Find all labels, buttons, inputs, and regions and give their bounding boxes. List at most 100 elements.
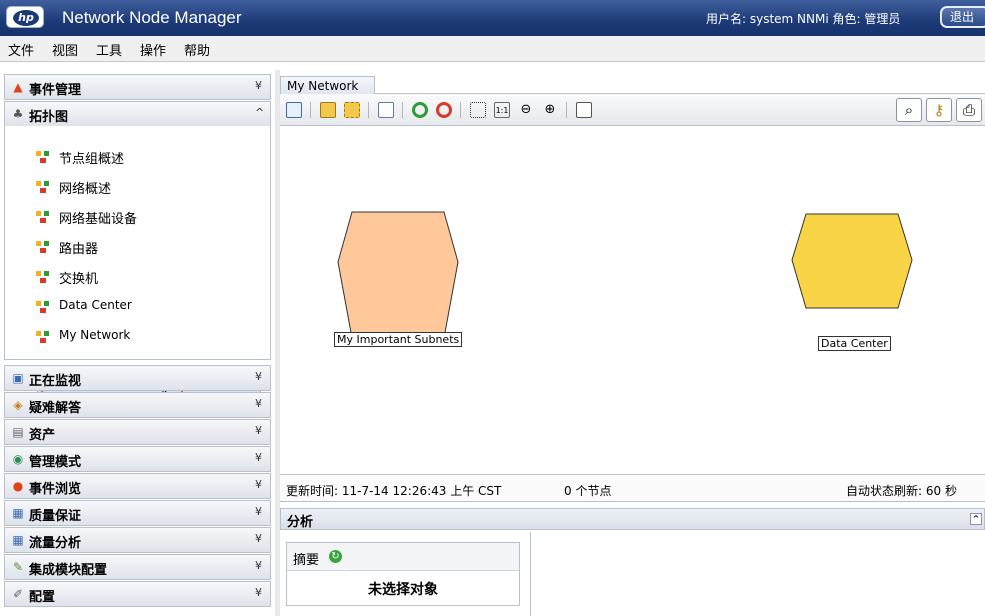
auto-refresh-status: 自动状态刷新: 60 秒 — [846, 484, 957, 498]
toolbar-separator — [566, 102, 567, 118]
chevron-down-icon[interactable]: ¥ — [255, 424, 262, 437]
toolbar-separator — [460, 102, 461, 118]
tab-my-network[interactable]: My Network — [280, 76, 376, 94]
chevron-down-icon[interactable]: ¥ — [255, 397, 262, 410]
map-drawing — [337, 211, 913, 339]
refresh-icon[interactable] — [412, 102, 428, 118]
section-management-mode[interactable]: ◉ 管理模式 ¥ — [4, 446, 271, 472]
summary-label: 摘要 — [293, 553, 320, 568]
collapse-icon[interactable]: ^ — [970, 513, 982, 525]
menu-file[interactable]: 文件 — [8, 40, 34, 59]
menu-bar: 文件 视图 工具 操作 帮助 — [0, 36, 985, 62]
topology-map-list: 节点组概述 网络概述 网络基础设备 路由器 交换机 Data Center My… — [4, 126, 271, 411]
logout-button[interactable]: 退出 — [940, 6, 985, 28]
chevron-down-icon[interactable]: ¥ — [255, 586, 262, 599]
topology-map-canvas[interactable]: My Important Subnets Data Center — [280, 126, 985, 474]
node-my-important-subnets-shape[interactable] — [337, 211, 459, 339]
node-label-my-important-subnets[interactable]: My Important Subnets — [334, 332, 463, 347]
logo-text: hp — [13, 10, 39, 26]
menu-view[interactable]: 视图 — [52, 40, 78, 59]
incident-browse-icon: ● — [12, 479, 24, 493]
toolbar-separator — [368, 102, 369, 118]
last-update-time: 更新时间: 11-7-14 12:26:43 上午 CST — [286, 484, 502, 498]
map-icon — [36, 301, 49, 313]
menu-help[interactable]: 帮助 — [184, 40, 210, 59]
summary-panel: 摘要 ↻ 未选择对象 — [286, 542, 520, 606]
section-inventory[interactable]: ▤ 资产 ¥ — [4, 419, 271, 445]
section-monitoring[interactable]: ▣ 正在监视 ¥ — [4, 365, 271, 391]
inventory-icon: ▤ — [12, 425, 24, 439]
actual-size-icon[interactable]: 1:1 — [494, 102, 510, 118]
overview-icon[interactable] — [576, 102, 592, 118]
section-incident-management[interactable]: ▲ 事件管理 ¥ — [4, 74, 271, 100]
summary-header: 摘要 ↻ — [287, 543, 519, 571]
zoom-in-icon[interactable]: ⊕ — [542, 102, 558, 118]
open-icon[interactable] — [286, 102, 302, 118]
section-troubleshooting[interactable]: ◈ 疑难解答 ¥ — [4, 392, 271, 418]
section-label: 拓扑图 — [29, 110, 69, 125]
map-icon — [36, 151, 49, 163]
chevron-up-icon[interactable]: ^ — [255, 106, 264, 119]
list-item-label: 路由器 — [59, 242, 99, 257]
chevron-down-icon[interactable]: ¥ — [255, 370, 262, 383]
chevron-down-icon[interactable]: ¥ — [255, 532, 262, 545]
save-icon[interactable] — [320, 102, 336, 118]
section-label: 集成模块配置 — [29, 563, 108, 578]
section-integration-config[interactable]: ✎ 集成模块配置 ¥ — [4, 554, 271, 580]
map-icon — [36, 241, 49, 253]
section-label: 质量保证 — [29, 509, 82, 524]
traffic-icon: ▦ — [12, 533, 24, 547]
section-configuration[interactable]: ✐ 配置 ¥ — [4, 581, 271, 607]
key-icon[interactable]: ⚷ — [926, 98, 952, 122]
section-label: 管理模式 — [29, 455, 82, 470]
quality-icon: ▦ — [12, 506, 24, 520]
section-traffic-analysis[interactable]: ▦ 流量分析 ¥ — [4, 527, 271, 553]
section-label: 事件浏览 — [29, 482, 82, 497]
section-label: 正在监视 — [29, 374, 82, 389]
refresh-icon[interactable]: ↻ — [329, 550, 342, 563]
section-label: 疑难解答 — [29, 401, 82, 416]
management-mode-icon: ◉ — [12, 452, 24, 466]
section-label: 事件管理 — [29, 83, 82, 98]
hp-logo: hp — [6, 6, 44, 28]
copy-icon[interactable] — [378, 102, 394, 118]
section-label: 配置 — [29, 590, 56, 605]
map-icon — [36, 331, 49, 343]
menu-actions[interactable]: 操作 — [140, 40, 166, 59]
user-info: 用户名: system NNMi 角色: 管理员 — [706, 12, 901, 26]
toolbar-separator — [310, 102, 311, 118]
list-item-label: Data Center — [59, 298, 132, 312]
monitor-icon: ▣ — [12, 371, 24, 385]
node-data-center-shape[interactable] — [791, 213, 913, 309]
analysis-pane-header[interactable]: 分析 ^ — [280, 508, 985, 530]
reset-icon[interactable] — [436, 102, 452, 118]
app-title: Network Node Manager — [62, 8, 242, 27]
topology-icon: ♣ — [12, 107, 24, 121]
chevron-down-icon[interactable]: ¥ — [255, 79, 262, 92]
menu-tools[interactable]: 工具 — [96, 40, 122, 59]
save-layout-icon[interactable] — [344, 102, 360, 118]
section-topology-maps[interactable]: ♣ 拓扑图 ^ — [4, 101, 271, 127]
node-label-data-center[interactable]: Data Center — [818, 336, 891, 351]
chevron-down-icon[interactable]: ¥ — [255, 559, 262, 572]
analysis-title: 分析 — [287, 515, 314, 530]
fit-icon[interactable] — [470, 102, 486, 118]
chevron-down-icon[interactable]: ¥ — [255, 451, 262, 464]
list-item-label: 网络概述 — [59, 182, 112, 197]
chevron-down-icon[interactable]: ¥ — [255, 478, 262, 491]
config-icon: ✐ — [12, 587, 24, 601]
map-toolbar: 1:1 ⊖ ⊕ ⌕ ⚷ ⎙ — [280, 94, 985, 126]
find-icon[interactable]: ⌕ — [896, 98, 922, 122]
zoom-out-icon[interactable]: ⊖ — [518, 102, 534, 118]
flame-icon: ▲ — [13, 80, 23, 94]
no-selection-message: 未选择对象 — [368, 582, 438, 598]
section-label: 流量分析 — [29, 536, 82, 551]
section-incident-browsing[interactable]: ● 事件浏览 ¥ — [4, 473, 271, 499]
title-bar: hp Network Node Manager 用户名: system NNMi… — [0, 0, 985, 36]
analysis-details-area — [530, 532, 985, 616]
chevron-down-icon[interactable]: ¥ — [255, 505, 262, 518]
map-status-bar: 更新时间: 11-7-14 12:26:43 上午 CST 0 个节点 自动状态… — [280, 474, 985, 502]
map-icon — [36, 211, 49, 223]
print-icon[interactable]: ⎙ — [956, 98, 982, 122]
section-quality-assurance[interactable]: ▦ 质量保证 ¥ — [4, 500, 271, 526]
